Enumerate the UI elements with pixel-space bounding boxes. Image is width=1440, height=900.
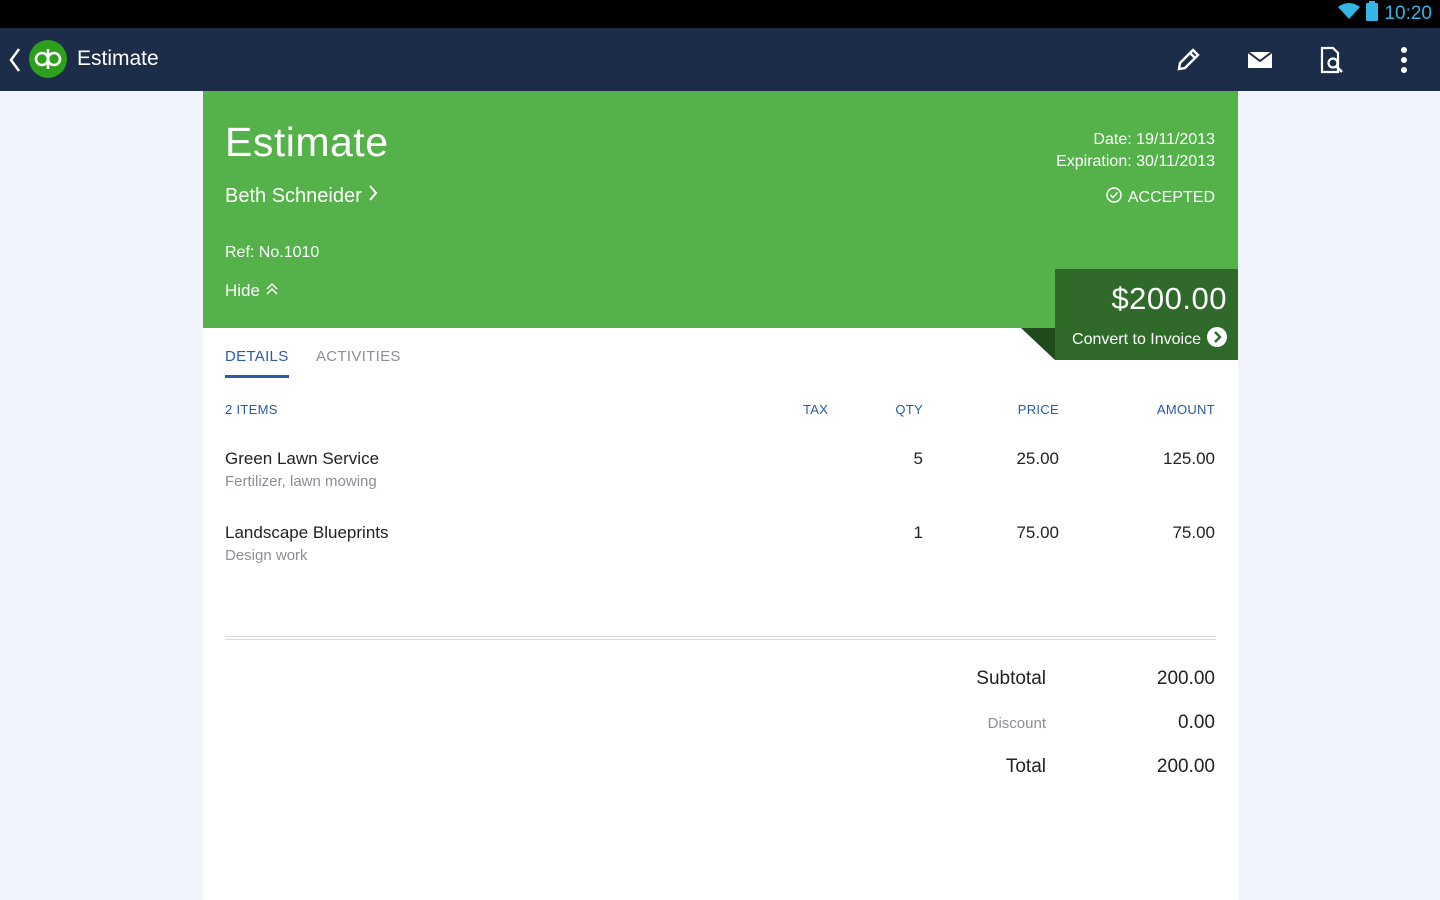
estimate-date: Date: 19/11/2013 [1093,131,1215,148]
items-count-header: 2 ITEMS [225,402,278,417]
item-description: Design work [225,547,308,564]
status-badge: ACCEPTED [1106,187,1215,208]
totals-divider [225,636,1216,640]
convert-to-invoice-button[interactable]: Convert to Invoice [1072,327,1227,352]
chevron-right-icon [368,184,378,208]
double-chevron-up-icon [266,281,278,301]
total-label: Total [1005,756,1046,777]
mail-icon[interactable] [1244,44,1276,76]
system-status-bar: 10:20 [0,0,1440,28]
battery-icon [1366,1,1379,27]
amount-box-fold [1021,328,1055,360]
tab-activities[interactable]: ACTIVITIES [316,348,401,365]
reference-number: Ref: No.1010 [225,244,320,261]
tax-header: TAX [803,402,829,417]
estimate-card: Estimate Beth Schneider Date: 19/11/2013… [203,91,1238,900]
wifi-icon [1338,2,1361,26]
item-qty: 1 [913,523,923,542]
document-title: Estimate [225,119,389,165]
hide-toggle[interactable]: Hide [225,281,278,301]
item-price: 25.00 [1016,449,1059,468]
item-qty: 5 [913,449,923,468]
discount-value: 0.00 [1178,712,1215,733]
back-chevron-icon[interactable] [6,46,24,74]
clock-time: 10:20 [1384,3,1432,24]
qty-header: QTY [895,402,923,417]
subtotal-value: 200.00 [1156,668,1215,689]
total-value: 200.00 [1156,756,1215,777]
expiration-date: Expiration: 30/11/2013 [1056,153,1215,170]
status-text: ACCEPTED [1127,188,1215,206]
quickbooks-logo[interactable] [29,40,67,78]
estimate-dates: Date: 19/11/2013 Expiration: 30/11/2013 [1056,129,1215,173]
convert-label: Convert to Invoice [1072,330,1201,348]
amount-header: AMOUNT [1156,402,1215,417]
check-circle-icon [1106,187,1122,208]
app-action-bar: Estimate [0,28,1440,91]
total-amount: $200.00 [1111,281,1227,316]
subtotal-label: Subtotal [976,668,1046,689]
discount-label: Discount [987,715,1046,732]
item-price: 75.00 [1016,523,1059,542]
item-name: Landscape Blueprints [225,523,389,542]
table-row[interactable]: Landscape Blueprints Design work 1 75.00… [203,523,1238,583]
table-row[interactable]: Green Lawn Service Fertilizer, lawn mowi… [203,449,1238,509]
price-header: PRICE [1017,402,1059,417]
pencil-icon[interactable] [1172,44,1204,76]
item-amount: 125.00 [1163,449,1215,468]
action-bar-title: Estimate [77,47,159,70]
overflow-menu-icon[interactable] [1388,44,1420,76]
document-search-icon[interactable] [1316,44,1348,76]
item-amount: 75.00 [1172,523,1215,542]
item-name: Green Lawn Service [225,449,380,468]
total-amount-box: $200.00 Convert to Invoice [1055,269,1238,360]
arrow-circle-right-icon [1207,327,1227,352]
tab-details[interactable]: DETAILS [225,348,289,378]
hide-label: Hide [225,281,260,300]
customer-name: Beth Schneider [225,184,362,207]
item-description: Fertilizer, lawn mowing [225,473,377,490]
customer-link[interactable]: Beth Schneider [225,184,378,208]
